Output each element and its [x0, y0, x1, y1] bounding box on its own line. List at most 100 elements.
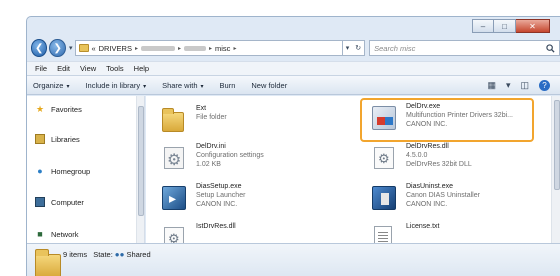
file-item[interactable]: Ext File folder: [158, 104, 227, 134]
nav-item-label: Network: [51, 229, 79, 239]
status-text: 9 items State: ●● Shared: [63, 250, 151, 259]
file-description: Setup Launcher: [196, 192, 246, 199]
libraries-icon: [35, 134, 45, 144]
file-item[interactable]: DiasSetup.exe Setup Launcher CANON INC.: [158, 182, 245, 212]
breadcrumb-separator[interactable]: ▸: [178, 45, 181, 52]
file-item[interactable]: IstDrvRes.dll: [158, 222, 236, 243]
nav-scrollbar[interactable]: [136, 96, 144, 243]
search-input[interactable]: Search misc: [369, 40, 560, 56]
address-bar[interactable]: « DRIVERS ▸ ▸ ▸ misc ▸: [75, 40, 343, 56]
file-company: CANON INC.: [406, 121, 448, 128]
file-list-scrollbar[interactable]: [551, 96, 560, 243]
new-folder-button[interactable]: New folder: [251, 81, 287, 90]
preview-pane-icon[interactable]: ◫: [520, 80, 529, 91]
view-dropdown-icon[interactable]: ▾: [506, 80, 511, 91]
maximize-button[interactable]: □: [494, 19, 516, 33]
file-item[interactable]: DelDrvRes.dll 4.5.0.0 DelDrvRes 32bit DL…: [368, 142, 472, 172]
redacted-breadcrumb: [184, 45, 206, 51]
explorer-window: – □ ✕ ❮ ❯ ▾ « DRIVERS ▸ ▸ ▸ misc ▸ ▾ ↻ S…: [26, 16, 560, 276]
nav-item-label: Computer: [51, 197, 84, 207]
file-type: File folder: [196, 114, 227, 121]
installer-icon: [368, 102, 398, 132]
nav-item-network[interactable]: ■ Network: [35, 229, 79, 239]
nav-item-homegroup[interactable]: ● Homegroup: [35, 166, 90, 176]
address-row: ❮ ❯ ▾ « DRIVERS ▸ ▸ ▸ misc ▸ ▾ ↻ Search …: [27, 37, 560, 59]
file-name: DelDrv.ini: [196, 143, 226, 150]
recent-pages-dropdown[interactable]: ▾: [69, 44, 73, 52]
file-name: DelDrv.exe: [406, 103, 441, 110]
redacted-breadcrumb: [140, 45, 175, 51]
file-item[interactable]: DelDrv.exe Multifunction Printer Drivers…: [368, 102, 513, 132]
breadcrumb-separator[interactable]: ▸: [135, 45, 138, 52]
file-name: Ext: [196, 105, 207, 112]
file-company: CANON INC.: [196, 201, 238, 208]
menu-file[interactable]: File: [35, 64, 47, 73]
file-item[interactable]: License.txt: [368, 222, 439, 243]
organize-button[interactable]: Organize ▾: [33, 81, 69, 90]
share-with-button[interactable]: Share with ▾: [162, 81, 203, 90]
minimize-button[interactable]: –: [472, 19, 494, 33]
breadcrumb-separator[interactable]: ▸: [233, 45, 236, 52]
nav-item-favorites[interactable]: ★ Favorites: [35, 104, 82, 114]
burn-button[interactable]: Burn: [220, 81, 236, 90]
file-name: DiasSetup.exe: [196, 183, 242, 190]
file-description: Multifunction Printer Drivers 32bi...: [406, 112, 513, 119]
search-placeholder: Search misc: [374, 43, 416, 53]
state-value: Shared: [126, 250, 151, 259]
file-company: CANON INC.: [406, 201, 448, 208]
address-prefix: «: [91, 43, 96, 53]
item-count: 9 items: [63, 250, 88, 259]
refresh-icon[interactable]: ↻: [352, 44, 364, 52]
homegroup-icon: ●: [37, 166, 43, 176]
nav-scrollbar-thumb[interactable]: [138, 106, 144, 216]
change-view-icon[interactable]: ▦: [487, 80, 496, 91]
back-button[interactable]: ❮: [31, 39, 48, 57]
include-in-library-label: Include in library: [85, 80, 141, 90]
file-type: Configuration settings: [196, 152, 264, 159]
share-with-label: Share with: [162, 80, 198, 90]
menu-view[interactable]: View: [80, 64, 96, 73]
close-button[interactable]: ✕: [516, 19, 550, 33]
include-in-library-button[interactable]: Include in library ▾: [85, 81, 146, 90]
file-list-scrollbar-thumb[interactable]: [554, 100, 560, 190]
address-controls: ▾ ↻: [342, 40, 366, 56]
caption-buttons: – □ ✕: [472, 19, 550, 33]
nav-item-computer[interactable]: Computer: [35, 197, 84, 207]
nav-item-libraries[interactable]: Libraries: [35, 134, 80, 144]
breadcrumb-misc[interactable]: misc: [215, 44, 230, 53]
file-item[interactable]: DiasUninst.exe Canon DIAS Uninstaller CA…: [368, 182, 480, 212]
view-controls: ▦ ▾ ◫ ?: [487, 80, 550, 91]
breadcrumb-drivers[interactable]: DRIVERS: [99, 44, 132, 53]
folder-icon: [79, 44, 90, 52]
uninstaller-icon: [368, 182, 398, 212]
breadcrumb-separator[interactable]: ▸: [209, 45, 212, 52]
details-pane: 9 items State: ●● Shared: [27, 243, 560, 276]
file-name: DelDrvRes.dll: [406, 143, 449, 150]
search-icon[interactable]: [546, 43, 555, 53]
menu-tools[interactable]: Tools: [106, 64, 124, 73]
computer-icon: [35, 197, 45, 207]
file-name: IstDrvRes.dll: [196, 223, 236, 230]
chevron-down-icon: ▾: [200, 83, 204, 90]
dll-icon: [158, 222, 188, 243]
nav-item-label: Homegroup: [51, 166, 91, 176]
forward-button[interactable]: ❯: [49, 39, 66, 57]
address-dropdown-icon[interactable]: ▾: [343, 44, 353, 52]
menu-bar: File Edit View Tools Help: [27, 61, 560, 75]
menu-help[interactable]: Help: [134, 64, 149, 73]
navigation-pane: ★ Favorites Libraries ● Homegroup Comput…: [27, 96, 145, 243]
file-list: Ext File folder DelDrv.exe Multifunction…: [146, 96, 560, 243]
state-label: State:: [93, 250, 113, 259]
settings-file-icon: [158, 142, 188, 172]
file-size: 1.02 KB: [196, 161, 221, 168]
help-icon[interactable]: ?: [539, 80, 550, 91]
folder-icon: [35, 249, 61, 276]
file-name: DiasUninst.exe: [406, 183, 454, 190]
file-description: Canon DIAS Uninstaller: [406, 192, 480, 199]
network-icon: ■: [37, 229, 43, 239]
nav-item-label: Favorites: [51, 104, 82, 114]
organize-label: Organize: [33, 80, 64, 90]
file-item[interactable]: DelDrv.ini Configuration settings 1.02 K…: [158, 142, 264, 172]
menu-edit[interactable]: Edit: [57, 64, 70, 73]
text-file-icon: [368, 222, 398, 243]
